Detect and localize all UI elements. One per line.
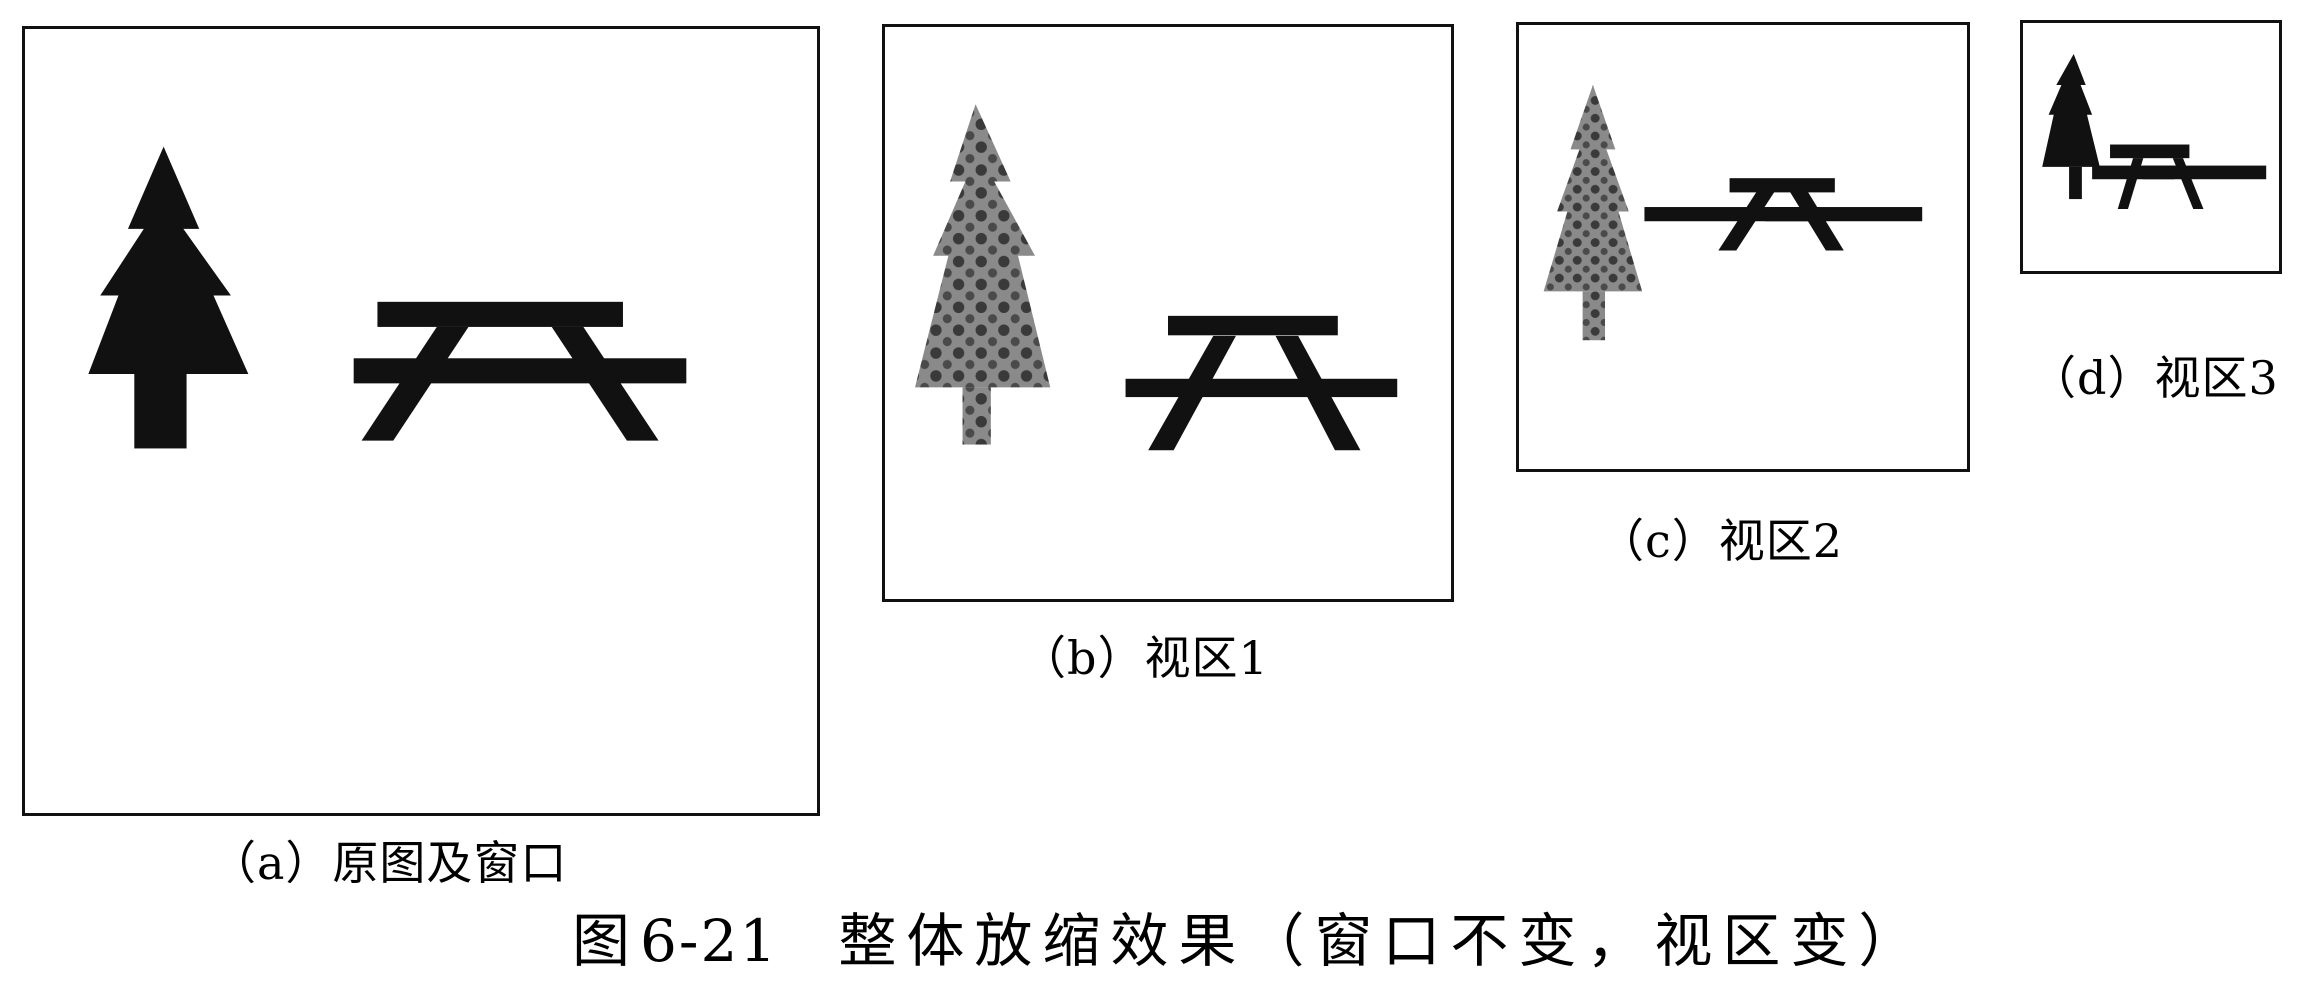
picnic-table-icon (2092, 144, 2267, 209)
panel-d-viewport-3 (2020, 20, 2282, 274)
caption-c: （c）视区2 (1598, 514, 1844, 568)
tree-icon (1543, 84, 1643, 341)
figure-label: 图 (572, 907, 633, 975)
caption-b: （b）视区1 (1020, 631, 1269, 685)
tree-icon (914, 104, 1051, 445)
scene-d (2042, 54, 2267, 209)
scene-a (88, 146, 687, 449)
tree-icon (88, 146, 249, 449)
scene-c (1543, 84, 1923, 341)
caption-d: （d）视区3 (2030, 351, 2279, 405)
figure-title: 整体放缩效果（窗口不变，视区变） (838, 907, 1927, 975)
panel-c-viewport-2 (1516, 22, 1970, 472)
picnic-table-icon (1644, 178, 1923, 251)
panel-b-viewport-1 (882, 24, 1454, 602)
panel-a-window (22, 26, 820, 816)
picnic-table-icon (353, 301, 687, 441)
picnic-table-icon (1125, 315, 1398, 451)
caption-a: （a）原图及窗口 (210, 836, 568, 890)
figure-caption: 图 6-21 整体放缩效果（窗口不变，视区变） (572, 912, 1926, 970)
tree-icon (2042, 54, 2100, 200)
figure-number: 6-21 (640, 907, 779, 975)
scene-b (914, 104, 1398, 451)
